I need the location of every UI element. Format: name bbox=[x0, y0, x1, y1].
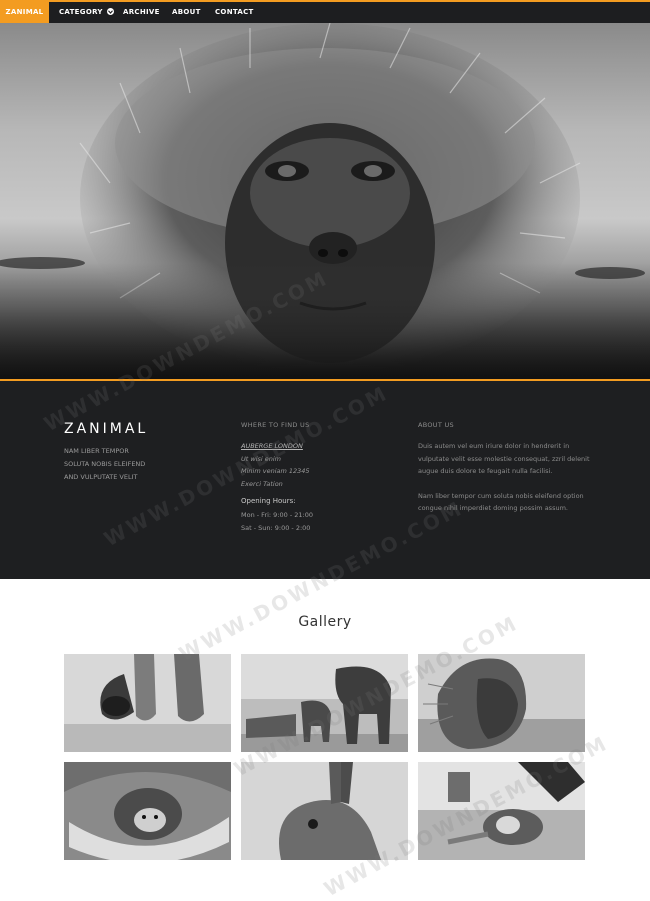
nav-item-category[interactable]: CATEGORY bbox=[59, 2, 114, 23]
about-paragraph: Nam liber tempor cum soluta nobis eleife… bbox=[418, 491, 584, 513]
gallery-image-cat-playing[interactable] bbox=[418, 762, 585, 860]
about-heading: ABOUT US bbox=[418, 421, 454, 429]
hero-image-monkey bbox=[0, 23, 650, 379]
nav-item-category-label: CATEGORY bbox=[59, 8, 103, 16]
where-heading: WHERE TO FIND US bbox=[241, 421, 310, 429]
nav-item-contact[interactable]: CONTACT bbox=[215, 2, 254, 23]
address-line: Minim veniam 12345 bbox=[241, 467, 310, 475]
brand-tagline: NAM LIBER TEMPOR SOLUTA NOBIS ELEIFEND A… bbox=[64, 445, 174, 484]
gallery-image-cat-paws[interactable] bbox=[64, 654, 231, 752]
gallery-image-hare[interactable] bbox=[241, 762, 408, 860]
brand-tagline-line: SOLUTA NOBIS ELEIFEND bbox=[64, 460, 146, 468]
about-text: Duis autem vel eum iriure dolor in hendr… bbox=[418, 440, 596, 527]
gallery-image-elephant-herd[interactable] bbox=[241, 654, 408, 752]
top-nav: ZANIMAL CATEGORY ARCHIVE ABOUT CONTACT bbox=[0, 0, 650, 23]
nav-item-about[interactable]: ABOUT bbox=[172, 2, 201, 23]
address-block: AUBERGE LONDON Ut wisi enim Minim veniam… bbox=[241, 440, 310, 490]
gallery-image-lion[interactable] bbox=[418, 654, 585, 752]
nav-brand-link[interactable]: ZANIMAL bbox=[0, 2, 49, 23]
address-name: AUBERGE LONDON bbox=[241, 442, 303, 450]
hours-line: Mon - Fri: 9:00 - 21:00 bbox=[241, 511, 313, 519]
brand-title: ZANIMAL bbox=[64, 421, 149, 437]
address-line: Exerci Tation bbox=[241, 479, 283, 488]
info-section: ZANIMAL NAM LIBER TEMPOR SOLUTA NOBIS EL… bbox=[0, 381, 650, 579]
nav-item-archive[interactable]: ARCHIVE bbox=[123, 2, 160, 23]
brand-tagline-line: AND VULPUTATE VELIT bbox=[64, 473, 138, 481]
about-paragraph: Duis autem vel eum iriure dolor in hendr… bbox=[418, 442, 590, 475]
hours-heading: Opening Hours: bbox=[241, 497, 296, 505]
chevron-down-icon bbox=[106, 7, 114, 15]
brand-tagline-line: NAM LIBER TEMPOR bbox=[64, 447, 129, 455]
hours-line: Sat - Sun: 9:00 - 2:00 bbox=[241, 523, 311, 532]
gallery-image-hedgehog[interactable] bbox=[64, 762, 231, 860]
gallery-title: Gallery bbox=[298, 614, 352, 630]
hours-block: Mon - Fri: 9:00 - 21:00 Sat - Sun: 9:00 … bbox=[241, 509, 313, 534]
address-line: Ut wisi enim bbox=[241, 454, 282, 463]
